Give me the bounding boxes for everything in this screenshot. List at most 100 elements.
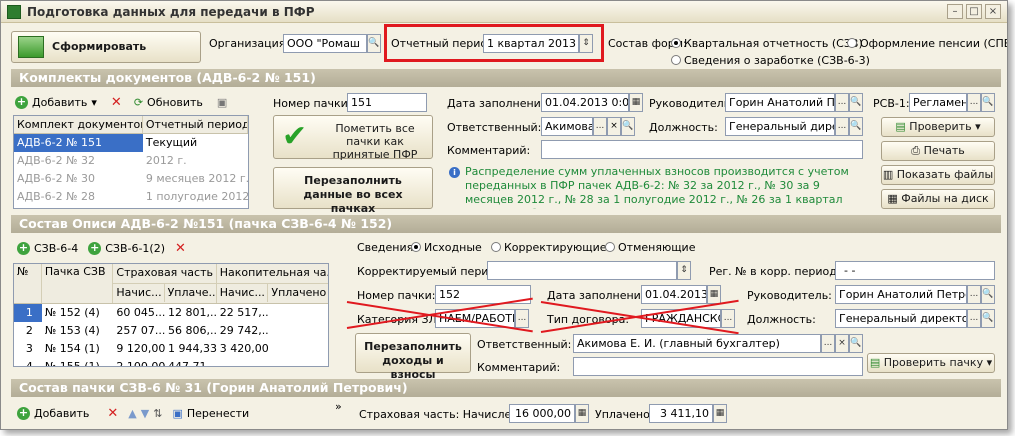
inv-col-acc-paid[interactable]: Уплачено (268, 284, 328, 302)
info-resp-field[interactable]: Акимова Е. И. (главный бухгалтер) (573, 334, 821, 353)
info-head-select-button[interactable]: ... (967, 285, 981, 304)
add-szv612-icon[interactable]: + (88, 242, 102, 255)
fill-date-field[interactable]: 01.04.2013 0:00 (541, 93, 629, 112)
paid-field[interactable]: 3 411,10 (649, 404, 713, 423)
more-chevron-icon[interactable]: » (335, 400, 342, 413)
info-date-calendar-icon[interactable]: ▦ (707, 285, 721, 304)
table-row[interactable]: АДВ-6-2 № 32 2012 г. (14, 152, 248, 170)
add-szv64-button[interactable]: СЗВ-6-4 (34, 242, 78, 255)
info-resp-select-button[interactable]: ... (821, 334, 835, 353)
inv-col-ins-paid[interactable]: Уплаче... (165, 284, 216, 302)
radio-quarterly[interactable]: Квартальная отчетность (СЗВ) (671, 37, 863, 50)
radio-source[interactable]: Исходные (411, 241, 482, 254)
table-row[interactable]: 3 № 154 (1) 9 120,00 1 944,33 3 420,00 (14, 340, 328, 358)
table-row[interactable]: 2 № 153 (4) 257 07... 56 806,... 29 742,... (14, 322, 328, 340)
corr-period-spin-icon[interactable]: ⇕ (677, 261, 691, 280)
info-resp-search-icon[interactable]: 🔍 (849, 334, 863, 353)
category-select-button[interactable]: ... (515, 309, 529, 328)
inv-col-acc[interactable]: Накопительная ча... (216, 264, 328, 284)
mark-accepted-button[interactable]: ✔ Пометить все пачки как принятые ПФР (273, 115, 433, 161)
refill-all-button[interactable]: Перезаполнить данные во всех пачках (273, 167, 433, 215)
resp-field[interactable]: Акимова (541, 117, 593, 136)
radio-corrective[interactable]: Корректирующие (491, 241, 607, 254)
table-row[interactable]: АДВ-6-2 № 281 полугодие 2012 г. (14, 188, 248, 206)
add-employee-button[interactable]: Добавить (34, 407, 89, 420)
files-to-disk-button[interactable]: ▦ Файлы на диск (881, 189, 995, 209)
sort-icon[interactable]: ⇅ (153, 407, 162, 420)
pack-number-field[interactable]: 151 (347, 93, 427, 112)
add-kit-button[interactable]: Добавить (32, 96, 87, 109)
rsv-search-icon[interactable]: 🔍 (981, 93, 995, 112)
copy-icon[interactable]: ▣ (217, 96, 227, 109)
print-button[interactable]: ⎙ Печать (881, 141, 995, 161)
inv-col-no[interactable]: № (14, 264, 42, 303)
add-icon[interactable]: + (15, 96, 28, 109)
org-field[interactable]: ООО "Ромаш (283, 34, 367, 53)
position-select-button[interactable]: ... (835, 117, 849, 136)
head-select-button[interactable]: ... (835, 93, 849, 112)
radio-cancelling[interactable]: Отменяющие (605, 241, 695, 254)
table-row[interactable]: АДВ-6-2 № 30 9 месяцев 2012 г. (14, 170, 248, 188)
radio-salary[interactable]: Сведения о заработке (СЗВ-6-3) (671, 54, 870, 67)
refresh-icon[interactable]: ⟳ (134, 96, 143, 109)
period-field[interactable]: 1 квартал 2013 г. (483, 34, 579, 53)
org-search-icon[interactable]: 🔍 (367, 34, 381, 53)
move-button[interactable]: Перенести (187, 407, 249, 420)
refresh-button[interactable]: Обновить (147, 96, 203, 109)
head-search-icon[interactable]: 🔍 (849, 93, 863, 112)
radio-quarterly-dot[interactable] (671, 38, 681, 48)
check-pack-button[interactable]: ▤ Проверить пачку ▾ (867, 353, 995, 373)
move-icon[interactable]: ▣ (172, 407, 182, 420)
inv-col-ins[interactable]: Страховая часть (113, 264, 216, 284)
table-row[interactable]: 1 № 152 (4) 60 045... 12 801,... 22 517,... (14, 304, 328, 322)
add-szv612-button[interactable]: СЗВ-6-1(2) (105, 242, 165, 255)
inventory-table[interactable]: № Пачка СЗВ Страховая часть Начис... Упла… (13, 263, 329, 367)
rsv-field[interactable]: Регламен (909, 93, 967, 112)
info-position-field[interactable]: Генеральный директор (835, 309, 967, 328)
period-spin-icon[interactable]: ⇕ (579, 34, 593, 53)
table-row[interactable]: АДВ-6-2 № 151 Текущий (14, 134, 248, 152)
position-field[interactable]: Генеральный директ (725, 117, 835, 136)
info-comment-field[interactable] (573, 357, 863, 376)
radio-salary-dot[interactable] (671, 55, 681, 65)
resp-select-button[interactable]: ... (593, 117, 607, 136)
generate-button[interactable]: Сформировать сведения (11, 31, 201, 83)
position-search-icon[interactable]: 🔍 (849, 117, 863, 136)
delete-icon[interactable]: ✕ (111, 95, 122, 110)
info-resp-clear-icon[interactable]: × (835, 334, 849, 353)
paid-calc-icon[interactable]: ▦ (713, 404, 727, 423)
info-head-search-icon[interactable]: 🔍 (981, 285, 995, 304)
refill-income-button[interactable]: Перезаполнить доходы и взносы (355, 333, 471, 381)
inv-col-pack[interactable]: Пачка СЗВ (42, 264, 114, 303)
inv-col-acc-accrued[interactable]: Начис... (217, 284, 269, 302)
info-date-field[interactable]: 01.04.2013 0:00 (641, 285, 707, 304)
fill-date-calendar-icon[interactable]: ▦ (629, 93, 643, 112)
corr-period-field[interactable] (487, 261, 677, 280)
ins-accrued-calc-icon[interactable]: ▦ (575, 404, 589, 423)
comment-field[interactable] (541, 140, 863, 159)
head-field[interactable]: Горин Анатолий Петр (725, 93, 835, 112)
close-button[interactable]: × (985, 4, 1001, 19)
rsv-select-button[interactable]: ... (967, 93, 981, 112)
radio-source-dot[interactable] (411, 242, 421, 252)
radio-pension[interactable]: Оформление пенсии (СПВ) (847, 37, 1007, 50)
delete-pack-icon[interactable]: ✕ (175, 241, 186, 256)
radio-cancelling-dot[interactable] (605, 242, 615, 252)
move-down-icon[interactable]: ▼ (141, 407, 149, 420)
radio-pension-dot[interactable] (847, 38, 857, 48)
delete-employee-icon[interactable]: ✕ (107, 406, 118, 421)
add-dropdown-icon[interactable]: ▾ (91, 96, 97, 109)
info-position-search-icon[interactable]: 🔍 (981, 309, 995, 328)
kits-table[interactable]: Комплект документов Отчетный период АДВ-… (13, 115, 249, 209)
inv-col-ins-accrued[interactable]: Начис... (113, 284, 165, 302)
check-button[interactable]: ▤ Проверить ▾ (881, 117, 995, 137)
radio-corrective-dot[interactable] (491, 242, 501, 252)
info-head-field[interactable]: Горин Анатолий Петрови (835, 285, 967, 304)
kits-col-name[interactable]: Комплект документов (14, 116, 143, 133)
info-position-select-button[interactable]: ... (967, 309, 981, 328)
add-szv64-icon[interactable]: + (17, 242, 30, 255)
resp-search-icon[interactable]: 🔍 (621, 117, 635, 136)
contract-select-button[interactable]: ... (721, 309, 735, 328)
add-employee-icon[interactable]: + (17, 407, 30, 420)
minimize-button[interactable]: – (947, 4, 963, 19)
